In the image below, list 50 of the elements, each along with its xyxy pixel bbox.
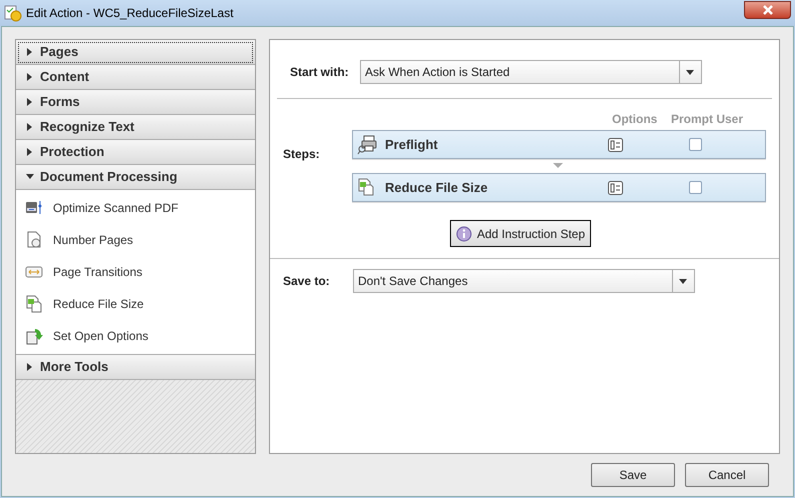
section-header[interactable]: Forms bbox=[16, 90, 255, 115]
step-name: Reduce File Size bbox=[385, 178, 489, 197]
dropdown-value: Don't Save Changes bbox=[358, 273, 469, 290]
section-header[interactable]: More Tools bbox=[16, 355, 255, 380]
reduce-file-icon bbox=[25, 295, 43, 313]
section-header[interactable]: Recognize Text bbox=[16, 115, 255, 140]
dropdown[interactable]: Ask When Action is Started bbox=[360, 60, 702, 84]
dropdown-value: Ask When Action is Started bbox=[365, 64, 511, 81]
down-arrow-icon bbox=[553, 163, 563, 169]
tool-item[interactable]: Optimize Scanned PDF bbox=[16, 192, 255, 224]
step-name: Preflight bbox=[385, 136, 439, 154]
tool-item[interactable]: Number Pages bbox=[16, 224, 255, 256]
section-header[interactable]: Pages bbox=[16, 40, 255, 65]
collapsed-caret-icon bbox=[26, 123, 34, 131]
close-icon bbox=[762, 4, 774, 14]
tool-item[interactable]: Reduce File Size bbox=[16, 288, 255, 320]
collapsed-caret-icon bbox=[26, 98, 34, 106]
checkbox[interactable] bbox=[689, 181, 702, 194]
column-header: Options bbox=[612, 111, 658, 128]
column-header: Prompt User bbox=[671, 111, 744, 128]
section-header[interactable]: Document Processing bbox=[16, 165, 255, 190]
field-label: Save to: bbox=[283, 273, 331, 290]
page-number-icon bbox=[25, 231, 43, 249]
dropdown[interactable]: Don't Save Changes bbox=[353, 269, 695, 293]
step-row[interactable]: Reduce File Size bbox=[352, 173, 766, 202]
printer-magnifier-icon bbox=[357, 134, 377, 154]
action-icon bbox=[4, 4, 22, 22]
scanner-icon bbox=[25, 199, 43, 217]
close-button[interactable] bbox=[744, 0, 791, 18]
section-header[interactable]: Content bbox=[16, 65, 255, 90]
options-icon bbox=[608, 180, 623, 194]
open-options-icon bbox=[25, 327, 43, 345]
window-title: Edit Action - WC5_ReduceFileSizeLast bbox=[26, 5, 234, 22]
tool-item[interactable]: Set Open Options bbox=[16, 320, 255, 352]
section-header[interactable]: Protection bbox=[16, 140, 255, 165]
dialog-button[interactable]: Save bbox=[591, 463, 675, 487]
info-icon bbox=[456, 226, 472, 242]
collapsed-caret-icon bbox=[26, 148, 34, 156]
field-label: Start with: bbox=[290, 64, 350, 81]
collapsed-caret-icon bbox=[26, 73, 34, 81]
collapsed-caret-icon bbox=[26, 363, 34, 371]
tool-item[interactable]: Page Transitions bbox=[16, 256, 255, 288]
step-row[interactable]: Preflight bbox=[352, 130, 766, 159]
expanded-caret-icon bbox=[26, 173, 34, 181]
dialog-button[interactable]: Cancel bbox=[685, 463, 769, 487]
add-step-button[interactable]: Add Instruction Step bbox=[450, 220, 592, 247]
checkbox[interactable] bbox=[689, 138, 702, 151]
field-label: Steps: bbox=[283, 146, 321, 163]
collapsed-caret-icon bbox=[26, 48, 34, 56]
options-icon bbox=[608, 138, 623, 152]
